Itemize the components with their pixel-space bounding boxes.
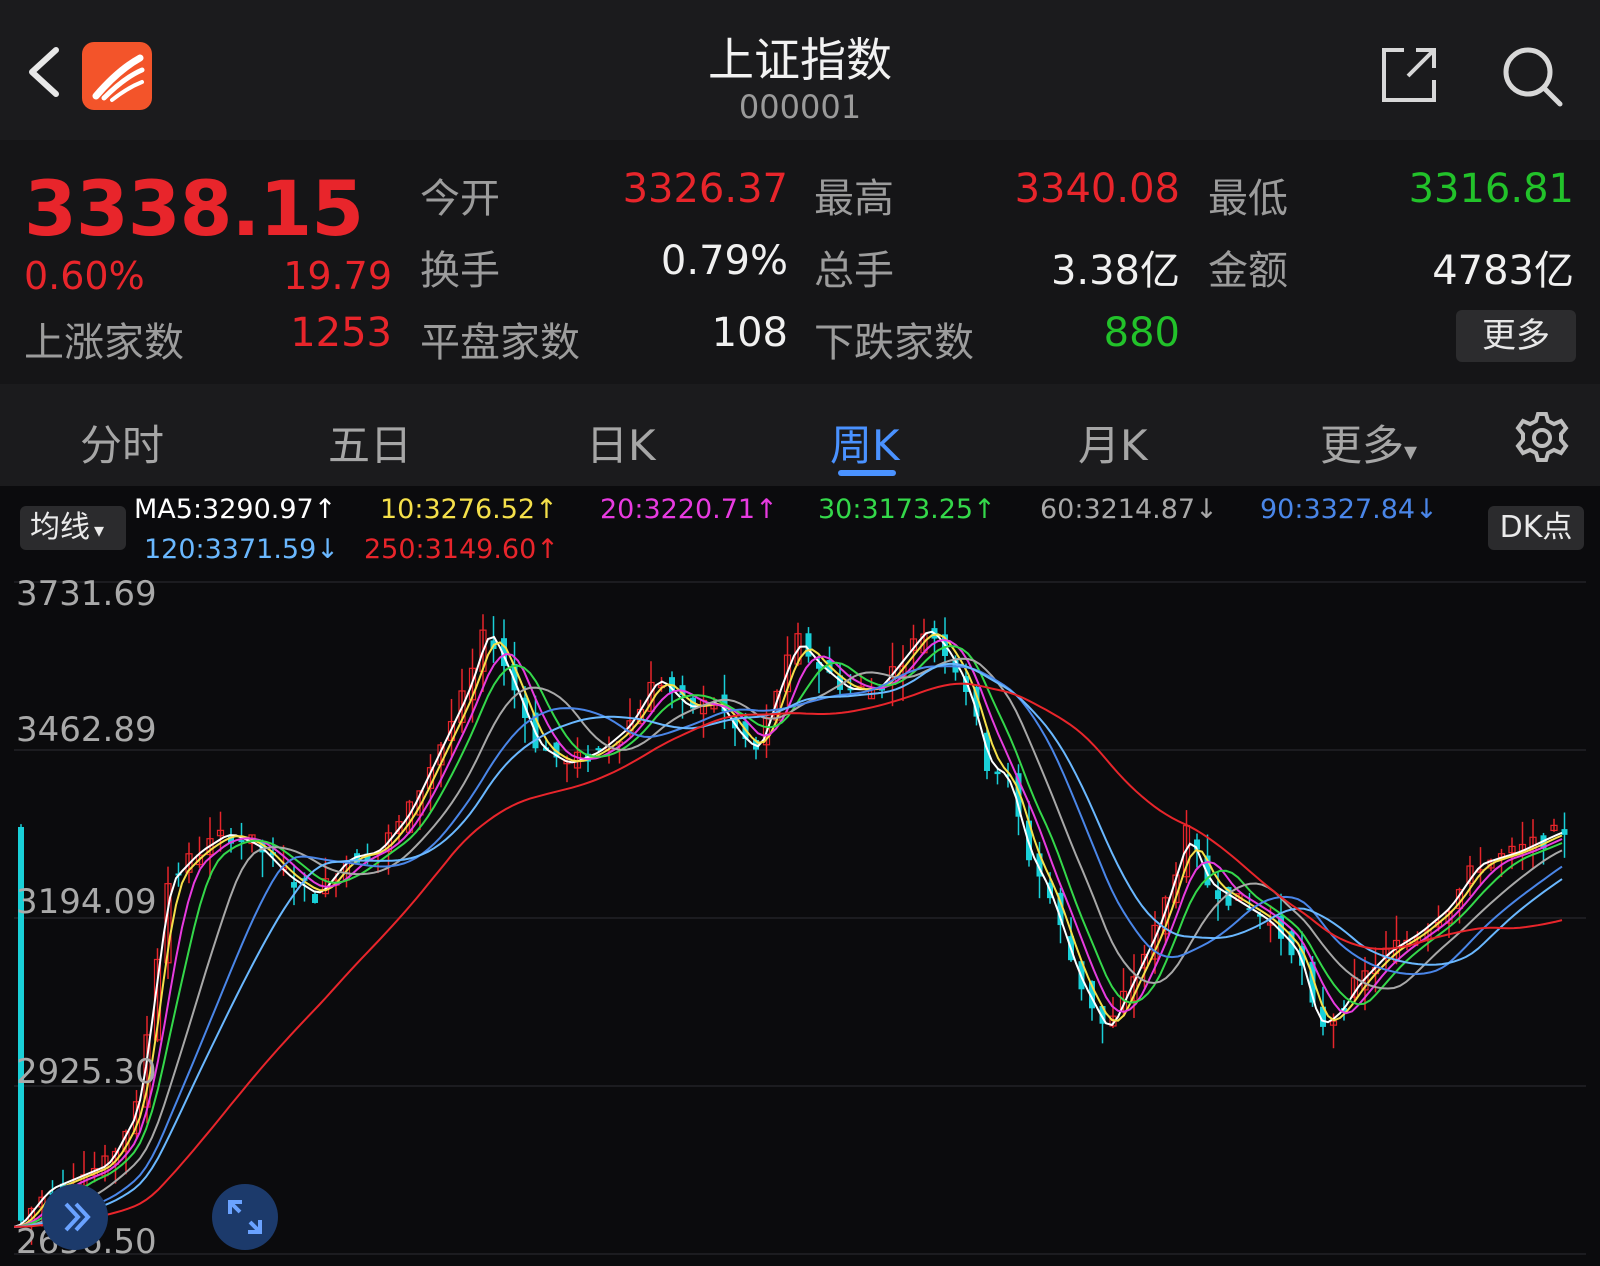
stat-value: 0.79% <box>660 238 788 284</box>
search-icon[interactable] <box>1500 44 1564 108</box>
ma250-line <box>14 682 1563 1228</box>
dk-point-button[interactable]: DK点 <box>1488 506 1584 550</box>
scroll-latest-button[interactable] <box>42 1184 108 1250</box>
candle <box>216 811 225 852</box>
stat-label: 最低 <box>1208 176 1288 222</box>
ma120-line <box>14 662 1563 1228</box>
candle <box>994 769 1001 785</box>
expand-arrows-icon <box>228 1200 262 1234</box>
candle <box>312 891 318 904</box>
tab-daily-k[interactable]: 日K <box>586 412 656 473</box>
candle <box>1518 821 1527 870</box>
ma10-value: 10:3276.52↑ <box>380 494 558 525</box>
candle <box>1561 812 1568 858</box>
y-tick-label: 3194.09 <box>16 882 157 922</box>
ma20-value: 20:3220.71↑ <box>600 494 778 525</box>
stat-label: 换手 <box>420 248 500 294</box>
ma250-value: 250:3149.60↑ <box>364 534 559 565</box>
y-tick-label: 3462.89 <box>16 710 157 750</box>
y-tick-label: 2925.30 <box>16 1052 157 1092</box>
page-title: 上证指数 <box>708 33 892 87</box>
tab-more[interactable]: 更多▾ <box>1320 412 1417 473</box>
more-stats-button[interactable]: 更多 <box>1456 310 1576 362</box>
kline-chart[interactable] <box>14 570 1586 1266</box>
change-amount: 19.79 <box>283 254 392 298</box>
stat-value: 1253 <box>290 310 392 356</box>
stat-value: 880 <box>1103 310 1180 356</box>
candle <box>1550 818 1558 832</box>
fullscreen-button[interactable] <box>212 1184 278 1250</box>
caret-down-icon: ▾ <box>94 518 105 542</box>
candle <box>238 822 245 860</box>
gear-icon[interactable] <box>1514 410 1570 466</box>
share-icon[interactable] <box>1378 44 1440 106</box>
ma5-line <box>14 630 1563 1228</box>
y-tick-label: 3731.69 <box>16 574 157 614</box>
candle <box>1392 915 1401 965</box>
stock-code: 000001 <box>738 88 862 126</box>
last-price: 3338.15 <box>24 164 364 253</box>
stat-label: 上涨家数 <box>24 320 184 366</box>
stat-value: 3326.37 <box>622 166 788 212</box>
stat-value: 4783亿 <box>1432 248 1574 294</box>
stat-value: 3340.08 <box>1014 166 1180 212</box>
candle <box>805 627 812 663</box>
tab-more-label: 更多 <box>1320 421 1405 470</box>
ma30-value: 30:3173.25↑ <box>818 494 996 525</box>
ma120-value: 120:3371.59↓ <box>144 534 339 565</box>
stat-value: 108 <box>711 310 788 356</box>
tab-monthly-k[interactable]: 月K <box>1078 412 1148 473</box>
stat-label: 金额 <box>1208 248 1288 294</box>
tab-weekly-k[interactable]: 周K <box>830 412 900 473</box>
ma-selector-dropdown[interactable]: 均线 ▾ <box>20 506 126 550</box>
ma90-value: 90:3327.84↓ <box>1260 494 1438 525</box>
stat-label: 平盘家数 <box>420 320 580 366</box>
change-percent: 0.60% <box>24 254 145 298</box>
caret-down-icon: ▾ <box>1404 437 1418 467</box>
ma60-line <box>14 657 1563 1228</box>
ma-selector-label: 均线 <box>30 510 90 545</box>
tab-five-day[interactable]: 五日 <box>328 412 412 473</box>
stat-value: 3316.81 <box>1408 166 1574 212</box>
tab-intraday[interactable]: 分时 <box>80 412 164 473</box>
stat-label: 下跌家数 <box>814 320 974 366</box>
ma10-line <box>14 633 1563 1228</box>
stat-label: 最高 <box>814 176 894 222</box>
double-chevron-right-icon <box>64 1202 91 1232</box>
ma5-value: MA5:3290.97↑ <box>134 494 337 525</box>
stat-value: 3.38亿 <box>1050 248 1180 294</box>
candle <box>699 685 708 738</box>
active-tab-indicator <box>838 470 896 476</box>
stat-label: 今开 <box>420 176 500 222</box>
stat-label: 总手 <box>814 248 894 294</box>
ma60-value: 60:3214.87↓ <box>1040 494 1218 525</box>
